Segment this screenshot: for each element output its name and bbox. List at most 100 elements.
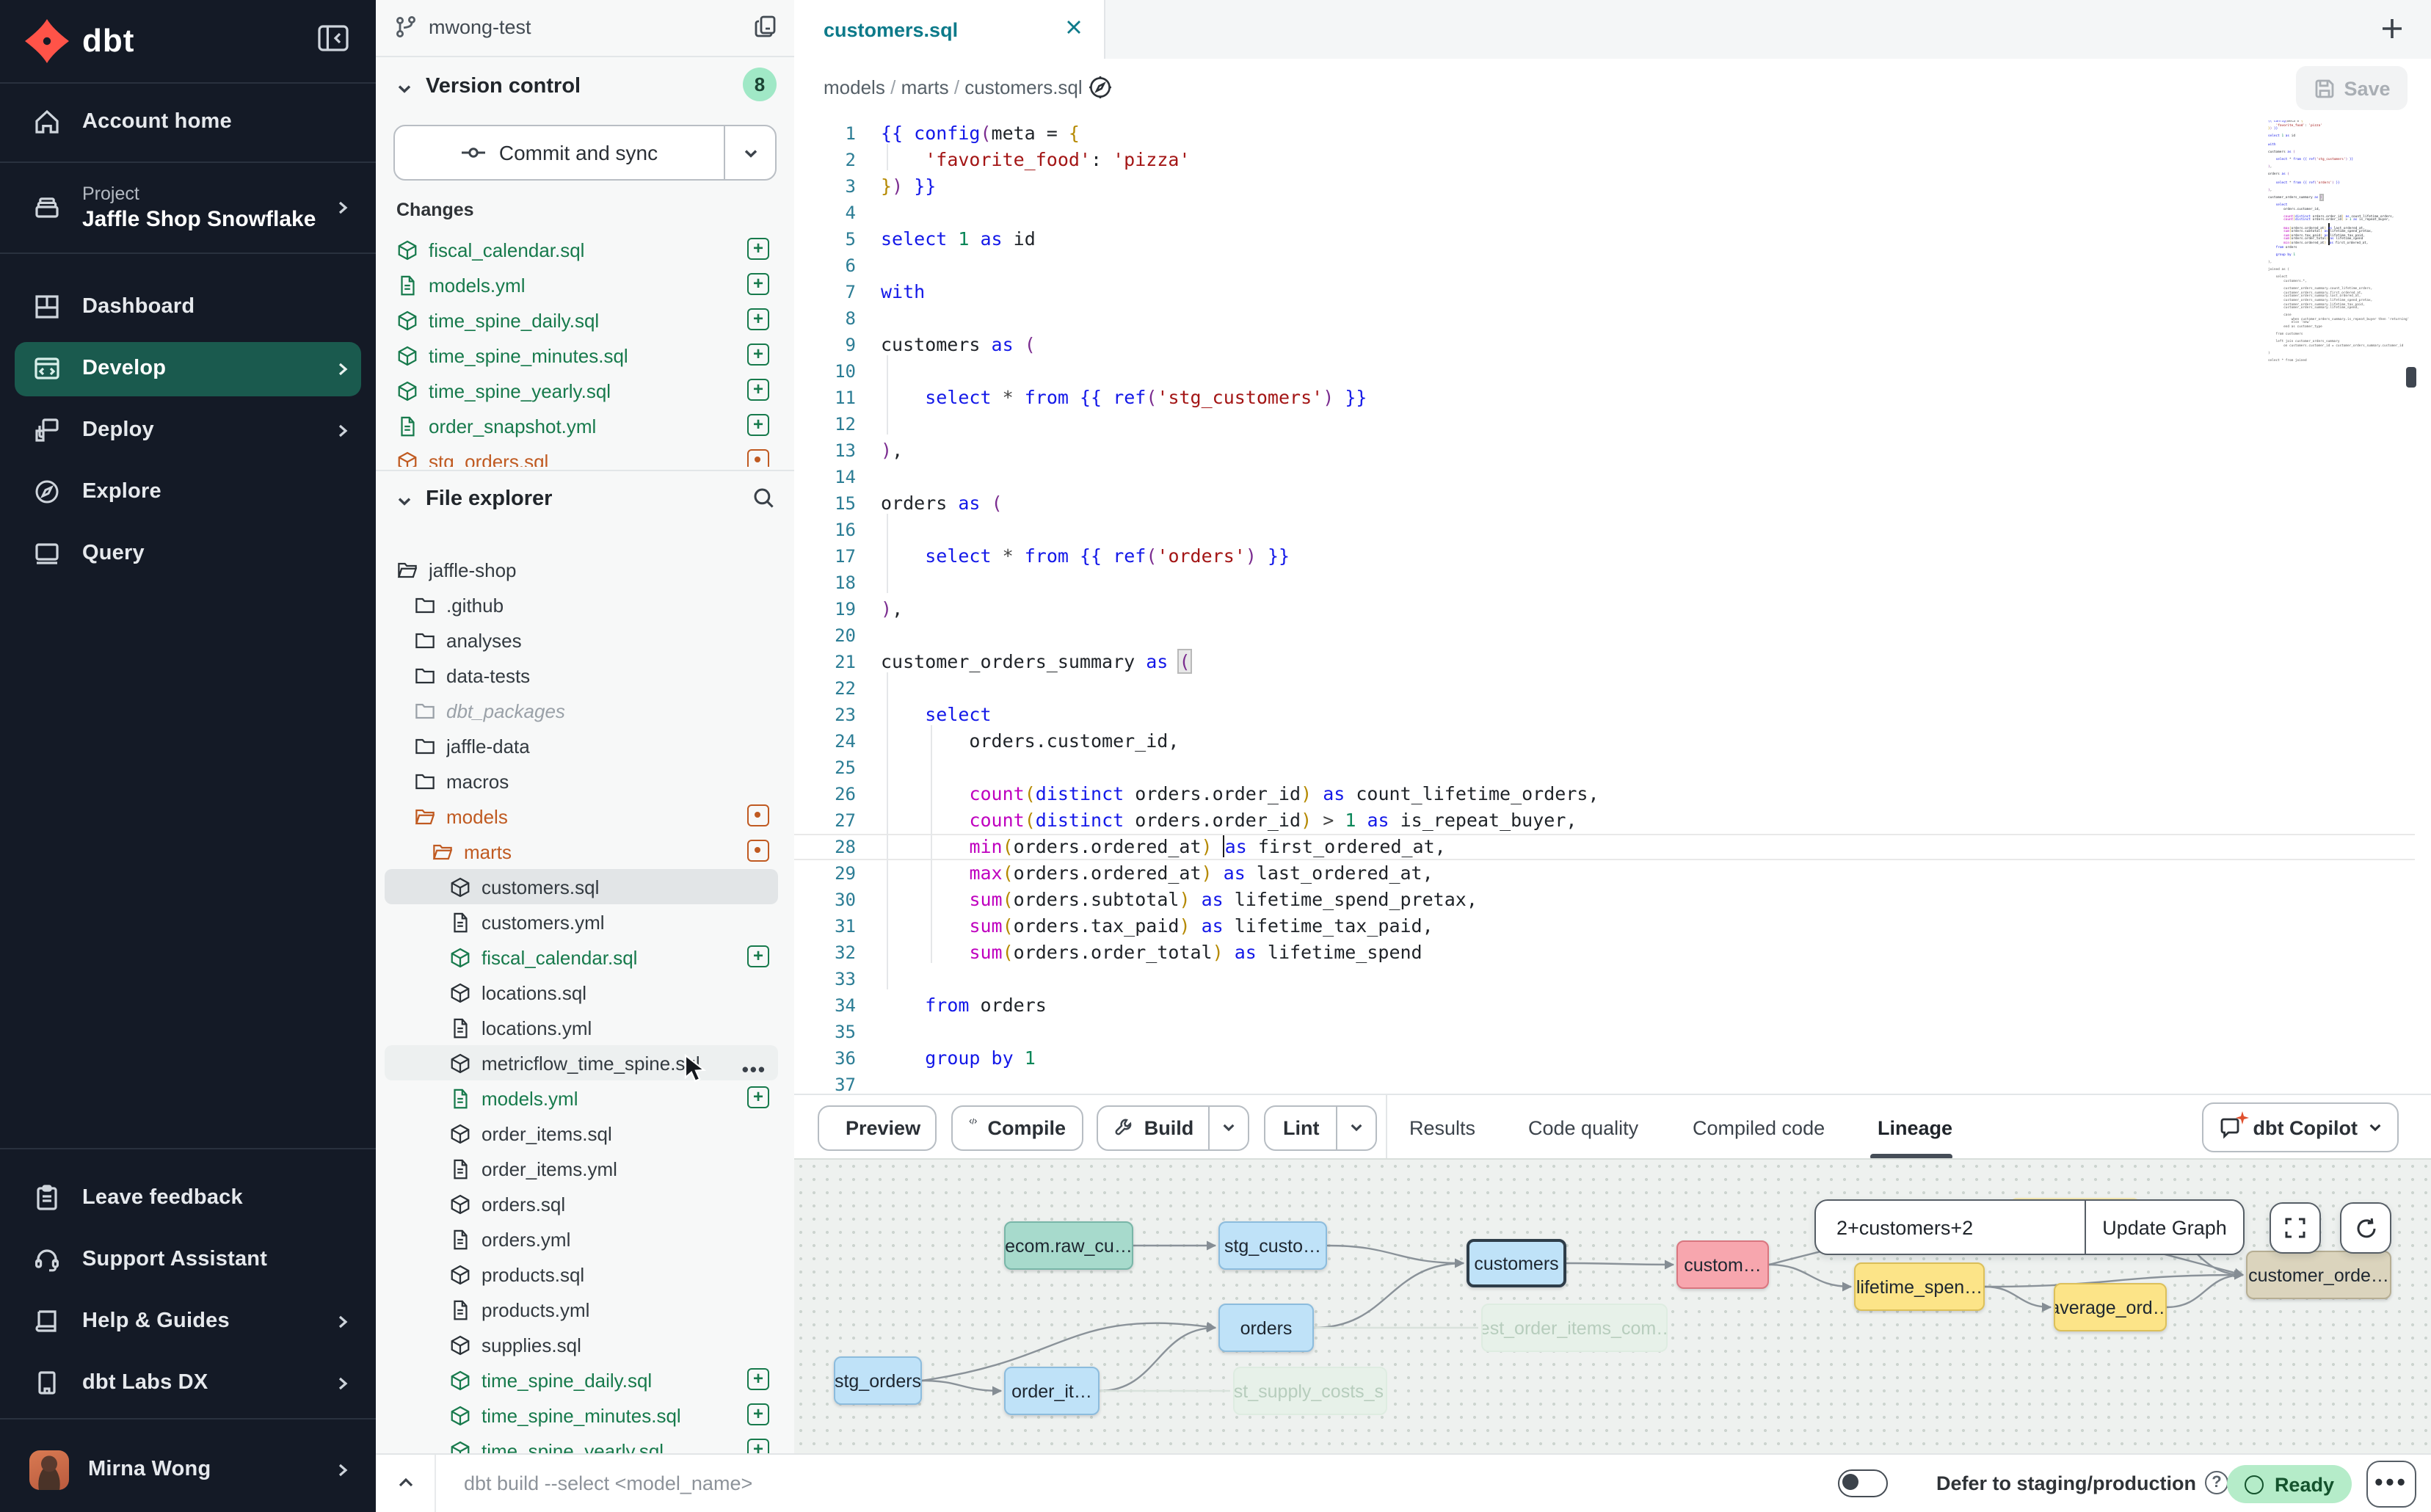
tree-item-customers-yml[interactable]: customers.yml [385, 904, 778, 939]
stage-file-button[interactable]: + [747, 1368, 769, 1390]
commit-and-sync-button[interactable]: Commit and sync [393, 125, 777, 181]
scrollbar-thumb[interactable] [2406, 367, 2416, 388]
dbt-logo[interactable]: dbt [23, 18, 134, 65]
build-options-chevron[interactable] [1208, 1106, 1248, 1149]
build-button[interactable]: Build [1097, 1105, 1249, 1150]
lineage-node-customers[interactable]: customers [1467, 1239, 1566, 1287]
lineage-node-test_order[interactable]: test_order_items_com… [1481, 1304, 1668, 1352]
tree-item-order-items-sql[interactable]: order_items.sql [385, 1116, 778, 1151]
lineage-node-average[interactable]: average_ord… [2054, 1283, 2167, 1331]
collapse-sidebar-icon[interactable] [317, 23, 349, 53]
lineage-node-stg_orders[interactable]: stg_orders [834, 1356, 922, 1405]
fullscreen-button[interactable] [2270, 1202, 2321, 1254]
breadcrumb-file[interactable]: customers.sql [964, 76, 1082, 98]
sidebar-item-develop[interactable]: Develop [0, 338, 376, 399]
change-item[interactable]: order_snapshot.yml+ [385, 408, 778, 443]
stage-file-button[interactable]: + [747, 1439, 769, 1453]
tab-compiled-code[interactable]: Compiled code [1693, 1095, 1825, 1160]
tree-item-models-yml[interactable]: models.yml+ [385, 1080, 778, 1116]
preview-button[interactable]: Preview [818, 1105, 937, 1150]
lineage-compass-icon[interactable] [1088, 75, 1113, 100]
lineage-node-orders[interactable]: orders [1218, 1304, 1314, 1352]
lineage-node-stg_customers[interactable]: stg_custo… [1218, 1221, 1327, 1270]
tree-item-models[interactable]: models [385, 799, 778, 834]
lineage-search-input[interactable]: 2+customers+2 [1816, 1216, 2085, 1238]
tree-item-marts[interactable]: marts [385, 834, 778, 869]
stage-file-button[interactable]: + [747, 238, 769, 260]
tree-item-supplies-sql[interactable]: supplies.sql [385, 1327, 778, 1362]
tree-item-fiscal-calendar-sql[interactable]: fiscal_calendar.sql+ [385, 939, 778, 975]
tree-item-jaffle-data[interactable]: jaffle-data [385, 728, 778, 763]
tree-item-metricflow-time-spine-sql[interactable]: metricflow_time_spine.sql••• [385, 1045, 778, 1080]
sidebar-item-explore[interactable]: Explore [0, 461, 376, 523]
tree-item-orders-sql[interactable]: orders.sql [385, 1186, 778, 1221]
tree-item-jaffle-shop[interactable]: jaffle-shop [385, 552, 778, 587]
tree-item-orders-yml[interactable]: orders.yml [385, 1221, 778, 1257]
sidebar-item-support-assistant[interactable]: Support Assistant [0, 1229, 376, 1290]
tab-code-quality[interactable]: Code quality [1528, 1095, 1638, 1160]
lint-button[interactable]: Lint [1264, 1105, 1377, 1150]
chevron-down-icon[interactable] [396, 493, 413, 509]
tree-item-locations-sql[interactable]: locations.sql [385, 975, 778, 1010]
change-item[interactable]: time_spine_yearly.sql+ [385, 373, 778, 408]
lineage-node-test_supply[interactable]: test_supply_costs_s… [1233, 1367, 1387, 1415]
close-icon[interactable] [1064, 18, 1083, 37]
file-explorer-header[interactable]: File explorer [426, 487, 552, 511]
tab-results[interactable]: Results [1409, 1095, 1475, 1160]
branch-name[interactable]: mwong-test [429, 16, 531, 38]
lint-options-chevron[interactable] [1336, 1106, 1376, 1149]
stage-file-button[interactable]: + [747, 945, 769, 967]
lineage-node-lifetime[interactable]: lifetime_spen… [1854, 1262, 1985, 1311]
stage-file-button[interactable]: + [747, 1086, 769, 1108]
lineage-node-custom[interactable]: custom… [1676, 1240, 1769, 1289]
tree-item-order-items-yml[interactable]: order_items.yml [385, 1151, 778, 1186]
sidebar-item-leave-feedback[interactable]: Leave feedback [0, 1167, 376, 1229]
version-control-header[interactable]: Version control [426, 75, 581, 98]
stage-file-button[interactable]: + [747, 273, 769, 295]
new-tab-button[interactable] [2380, 16, 2405, 41]
save-button[interactable]: Save [2296, 66, 2408, 110]
sidebar-item-help-guides[interactable]: Help & Guides [0, 1290, 376, 1352]
breadcrumb-marts[interactable]: marts [901, 76, 949, 98]
tab-lineage[interactable]: Lineage [1878, 1095, 1952, 1160]
stage-file-button[interactable]: + [747, 308, 769, 330]
lineage-node-customer_orde[interactable]: customer_orde… [2246, 1251, 2391, 1299]
more-options-button[interactable]: ••• [2366, 1461, 2416, 1508]
item-menu-icon[interactable]: ••• [742, 1058, 766, 1080]
sidebar-item-dbt-labs-dx[interactable]: dbt Labs DX [0, 1352, 376, 1414]
tree-item-time-spine-yearly-sql[interactable]: time_spine_yearly.sql+ [385, 1433, 778, 1453]
tree-item-customers-sql[interactable]: customers.sql [385, 869, 778, 904]
change-item[interactable]: time_spine_minutes.sql+ [385, 338, 778, 373]
sidebar-item-user[interactable]: Mirna Wong [0, 1436, 376, 1503]
dbt-copilot-button[interactable]: dbt Copilot [2202, 1102, 2399, 1152]
stage-file-button[interactable]: + [747, 1403, 769, 1425]
change-item[interactable]: stg_orders.sql [385, 443, 778, 467]
refresh-button[interactable] [2340, 1202, 2391, 1254]
tree-item-analyses[interactable]: analyses [385, 622, 778, 658]
commit-options-chevron[interactable] [724, 126, 775, 179]
sidebar-item-query[interactable]: Query [0, 523, 376, 584]
tree-item-products-yml[interactable]: products.yml [385, 1292, 778, 1327]
tree-item-time-spine-minutes-sql[interactable]: time_spine_minutes.sql+ [385, 1397, 778, 1433]
stage-file-button[interactable]: + [747, 379, 769, 401]
chevron-up-icon[interactable] [396, 1474, 415, 1491]
sidebar-item-dashboard[interactable]: Dashboard [0, 276, 376, 338]
compile-button[interactable]: Compile [951, 1105, 1083, 1150]
tree-item-locations-yml[interactable]: locations.yml [385, 1010, 778, 1045]
update-graph-button[interactable]: Update Graph [2085, 1201, 2243, 1254]
sidebar-item-deploy[interactable]: Deploy [0, 399, 376, 461]
sidebar-item-project[interactable]: Project Jaffle Shop Snowflake [0, 166, 376, 248]
command-input[interactable]: dbt build --select <model_name> [464, 1472, 752, 1494]
tree-item-products-sql[interactable]: products.sql [385, 1257, 778, 1292]
tree-item-data-tests[interactable]: data-tests [385, 658, 778, 693]
code-editor[interactable]: 1234567891011121314151617181920212223242… [794, 117, 2431, 1094]
breadcrumb-models[interactable]: models [824, 76, 885, 98]
copy-icon[interactable] [753, 13, 780, 40]
tab-customers-sql[interactable]: customers.sql [794, 0, 1105, 59]
lineage-canvas[interactable]: ecom.raw_cu… stg_custo… customers custom… li… [794, 1158, 2431, 1455]
tree-item--github[interactable]: .github [385, 587, 778, 622]
lineage-node-ecom[interactable]: ecom.raw_cu… [1004, 1221, 1133, 1270]
tree-item-macros[interactable]: macros [385, 763, 778, 799]
lineage-node-order_it[interactable]: order_it… [1004, 1367, 1100, 1415]
stage-file-button[interactable]: + [747, 344, 769, 366]
